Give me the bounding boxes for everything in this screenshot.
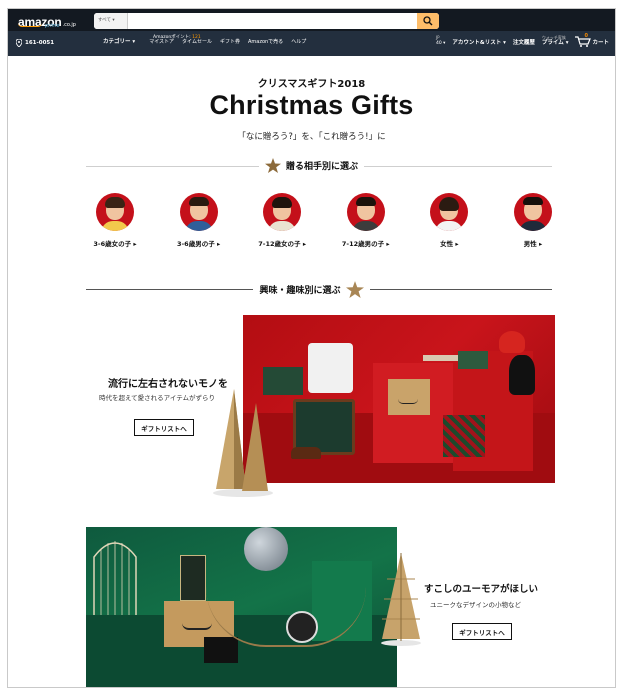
nav-link-mystore[interactable]: マイストア [149,38,174,45]
search-input[interactable] [130,13,415,29]
feature-title-classic: 流行に左右されないモノを [108,379,228,390]
hero-tagline: 「なに贈ろう?」を、「これ贈ろう!」に [237,132,386,142]
section-header-recipient: 贈る相手別に選ぶ [8,158,615,173]
amazon-logo[interactable]: amazon.co.jp prime [18,11,76,30]
orders-link[interactable]: 注文履歴 [513,40,535,47]
cart-button[interactable]: 0 カート [575,33,609,47]
recipient-label: 女性 ▸ [440,240,459,248]
search-category-select[interactable]: すべて ▾ [94,13,128,29]
arrow-right-icon: ▸ [216,240,221,248]
tartan-scarf [443,415,485,457]
nav-links: カテゴリー ▾ マイストア タイムセール ギフト券 Amazonで売る ヘルプ [103,37,306,45]
clothes [308,343,353,393]
nav-link-giftcard[interactable]: ギフト券 [220,38,240,45]
recipient-photo [179,193,218,231]
recipient-girl-7-12[interactable]: 7-12歳女の子 ▸ [251,193,313,248]
feature-title-humor: すこしのユーモアがほしい [424,584,539,595]
category-menu[interactable]: カテゴリー ▾ [103,37,135,45]
recipient-label: 男性 ▸ [523,240,543,248]
recipient-woman[interactable]: 女性 ▸ [418,193,480,248]
feature-subtitle-humor: ユニークなデザインの小物など [430,601,521,609]
feature-image-classic[interactable] [243,315,555,483]
recipient-photo [263,193,302,231]
language-bottom: 40 ▾ [435,41,446,46]
recipient-label: 3-6歳男の子 ▸ [176,240,221,248]
arrow-right-icon: ▸ [455,240,459,248]
star-ornament-icon [264,158,281,173]
nav-right: JP 40 ▾ アカウント&リスト ▾ 注文履歴 ウォッチ家族 プライム ▾ 0… [436,33,609,47]
recipient-photo [346,193,385,231]
search-bar: すべて ▾ [94,13,439,29]
recipient-girl-3-6[interactable]: 3-6歳女の子 ▸ [84,193,146,248]
page-frame: amazon.co.jp prime すべて ▾ 161-0051 Amazon… [7,8,616,688]
search-button[interactable] [417,13,439,29]
recipient-label: 7-12歳女の子 ▸ [258,240,307,248]
star-ornament-icon [345,281,364,298]
page-title: Christmas Gifts [209,90,414,120]
recipient-label: 3-6歳女の子 ▸ [93,240,137,248]
prime-label: プライム ▾ [541,40,569,46]
recipient-boy-7-12[interactable]: 7-12歳男の子 ▸ [335,193,397,248]
shoes [291,447,321,459]
logo-prime: prime [45,23,60,29]
search-icon [423,16,433,26]
recipient-label: 7-12歳男の子 ▸ [341,240,390,248]
gift-list-button-humor[interactable]: ギフトリストへ [452,623,512,640]
nav-link-help[interactable]: ヘルプ [291,38,306,45]
gift-list-button-classic[interactable]: ギフトリストへ [134,419,194,436]
recipient-list: 3-6歳女の子 ▸ 3-6歳男の子 ▸ 7-12歳女の子 ▸ 7-12歳男の子 … [84,193,564,248]
feature-image-humor[interactable] [86,527,397,687]
red-pot [499,331,525,353]
logo-domain: .co.jp [62,22,76,28]
section-header-interest: 興味・趣味別に選ぶ [8,281,615,298]
arrow-right-icon: ▸ [538,240,543,248]
section-label-recipient: 贈る相手別に選ぶ [285,162,358,172]
arrow-right-icon: ▸ [386,240,390,248]
recipient-man[interactable]: 男性 ▸ [502,193,564,248]
recipient-photo [513,193,552,231]
paper-tree-decoration [381,553,421,646]
cart-icon [575,36,592,47]
green-box [458,351,488,369]
logo-smile-icon [18,23,42,27]
language-selector[interactable]: JP 40 ▾ [436,35,445,47]
language-top: JP [435,35,440,40]
nav-link-timesale[interactable]: タイムセール [182,38,212,45]
section-label-interest: 興味・趣味別に選ぶ [259,286,341,296]
cardboard-box [388,379,430,415]
section-title-interest: 興味・趣味別に選ぶ [253,281,370,298]
section-title-recipient: 贈る相手別に選ぶ [258,158,364,173]
site-header: amazon.co.jp prime すべて ▾ 161-0051 Amazon… [8,9,615,56]
nav-link-sell[interactable]: Amazonで売る [248,38,283,45]
account-menu[interactable]: アカウント&リスト ▾ [452,40,505,47]
recipient-photo [430,193,469,231]
feature-subtitle-classic: 時代を超えて愛されるアイテムがずらり [99,394,216,402]
gift-list-button-label: ギフトリストへ [141,424,187,433]
arrow-right-icon: ▸ [302,240,307,248]
book [180,555,206,601]
arrow-right-icon: ▸ [133,240,137,248]
postal-code: 161-0051 [25,40,55,46]
prime-menu[interactable]: ウォッチ家族 プライム ▾ [542,35,569,47]
cart-label: カート [592,40,609,46]
bird-cage [86,527,144,617]
recipient-boy-3-6[interactable]: 3-6歳男の子 ▸ [168,193,230,248]
hero-eyebrow: クリスマスギフト2018 [257,79,366,90]
gift-list-button-label: ギフトリストへ [459,628,505,637]
recipient-photo [96,193,134,231]
paper-tree-decoration [213,389,273,497]
pen-holder [204,637,238,663]
location-pin-icon [16,39,22,47]
cart-count: 0 [584,33,588,39]
delivery-location[interactable]: 161-0051 [16,39,54,47]
lamp [509,355,535,395]
globe [244,527,288,571]
